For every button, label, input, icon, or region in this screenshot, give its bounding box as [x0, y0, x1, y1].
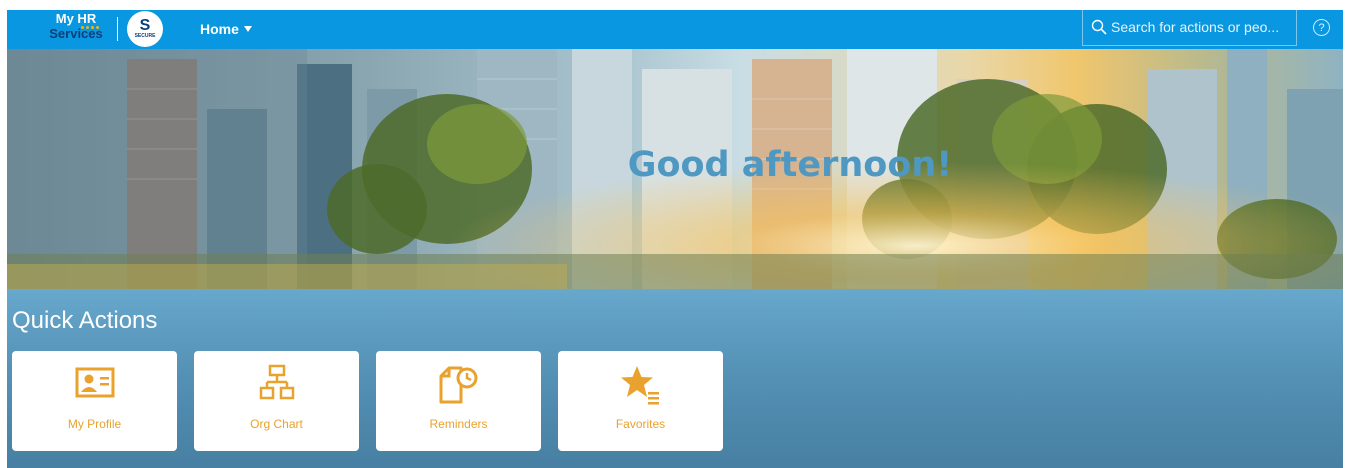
tile-reminders[interactable]: Reminders — [376, 351, 541, 451]
logo-line1: My HR — [55, 11, 97, 26]
logo-text: My HR Services — [41, 11, 111, 41]
greeting-text: Good afternoon! — [627, 145, 953, 185]
shell-header: My HR Services S SECURE Home ? — [7, 10, 1343, 49]
search-icon — [1091, 19, 1107, 35]
search-box[interactable] — [1082, 10, 1297, 46]
badge-subtext: SECURE — [134, 33, 156, 39]
hero-banner: Good afternoon! — [7, 49, 1343, 289]
help-icon[interactable]: ? — [1313, 19, 1330, 36]
favorites-star-icon — [620, 366, 659, 405]
tile-label: Org Chart — [250, 417, 303, 431]
tile-favorites[interactable]: Favorites — [558, 351, 723, 451]
tile-my-profile[interactable]: My Profile — [12, 351, 177, 451]
home-menu-label: Home — [200, 21, 239, 37]
tile-label: Reminders — [429, 417, 488, 431]
logo-dots — [81, 26, 99, 29]
profile-card-icon — [75, 367, 114, 398]
quick-actions-title: Quick Actions — [12, 307, 158, 334]
logo-divider — [117, 17, 118, 41]
reminder-clock-icon — [439, 366, 477, 404]
tile-label: My Profile — [67, 417, 122, 431]
badge-letter: S — [139, 17, 151, 34]
home-menu-button[interactable]: Home — [200, 19, 252, 39]
search-input[interactable] — [1111, 19, 1296, 35]
tile-org-chart[interactable]: Org Chart — [194, 351, 359, 451]
org-chart-icon — [259, 364, 294, 400]
logo-badge: S SECURE — [127, 11, 163, 47]
caret-down-icon — [243, 26, 252, 32]
tile-label: Favorites — [615, 417, 666, 431]
app-frame: My HR Services S SECURE Home ? — [7, 10, 1343, 468]
quick-actions-section: Quick Actions My Profile Org Chart Remin… — [7, 289, 1343, 468]
logo-line2: Services — [49, 26, 103, 41]
